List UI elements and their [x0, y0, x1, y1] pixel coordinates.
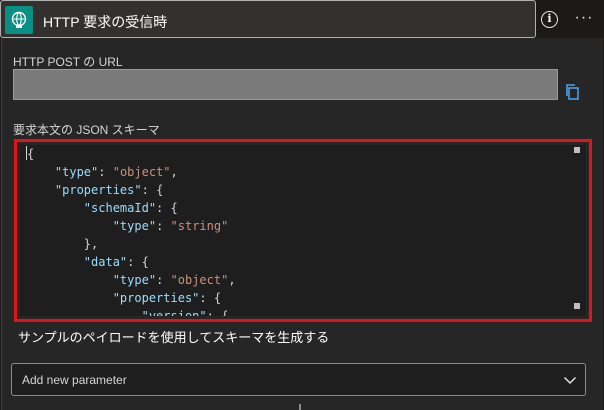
trigger-header[interactable]: HTTP 要求の受信時	[0, 0, 536, 38]
add-parameter-dropdown[interactable]: Add new parameter	[11, 363, 586, 396]
add-parameter-label: Add new parameter	[22, 373, 127, 387]
code-line: "schemaId": {	[83, 201, 178, 215]
scrollbar-bottom[interactable]	[574, 303, 580, 309]
info-icon[interactable]: i	[541, 11, 558, 28]
code-line: },	[83, 237, 99, 251]
json-schema-editor[interactable]: { "type": "object", "properties": { "sch…	[20, 145, 586, 316]
url-label: HTTP POST の URL	[13, 55, 123, 69]
code-line: "properties": {	[112, 291, 222, 305]
code-line: "type": "object",	[54, 165, 178, 179]
chevron-down-icon	[563, 376, 577, 385]
generate-schema-link[interactable]: サンプルのペイロードを使用してスキーマを生成する	[18, 327, 329, 346]
http-request-icon	[5, 6, 33, 34]
json-code: { "type": "object", "properties": { "sch…	[26, 145, 236, 316]
code-line: "type": "string"	[112, 219, 229, 233]
code-line: {	[26, 146, 35, 161]
code-line: "type": "object",	[112, 273, 236, 287]
copy-icon[interactable]	[564, 83, 582, 101]
more-options-icon[interactable]: ···	[572, 7, 596, 29]
json-schema-editor-frame: { "type": "object", "properties": { "sch…	[14, 139, 592, 322]
scrollbar-top[interactable]	[574, 147, 580, 153]
url-field[interactable]	[13, 69, 558, 100]
schema-label: 要求本文の JSON スキーマ	[13, 123, 160, 137]
code-line: "version": {	[141, 309, 229, 316]
trigger-title: HTTP 要求の受信時	[43, 14, 168, 30]
editor-scrollbar[interactable]	[574, 147, 580, 309]
code-line: "properties": {	[54, 183, 164, 197]
connector-line	[299, 404, 301, 410]
code-line: "data": {	[83, 255, 149, 269]
